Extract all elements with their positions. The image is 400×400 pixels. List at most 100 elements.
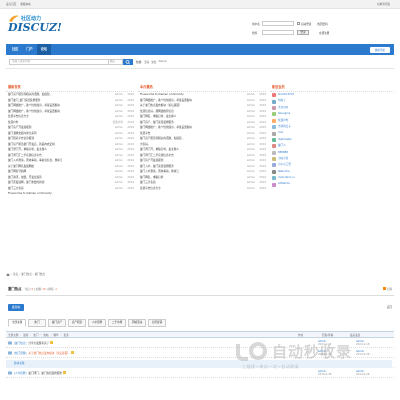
back-link[interactable]: 返回 [387, 305, 392, 309]
post-title[interactable]: Fluxecome to Xiamen community [8, 191, 109, 197]
avatar[interactable] [272, 118, 276, 123]
new-post-icon [70, 351, 74, 354]
filter-digest[interactable]: 精华 [53, 333, 58, 337]
last-post-column-header: 最后发表 [350, 333, 361, 337]
search-input[interactable]: 请输入搜索内容 [9, 58, 109, 65]
subscribe-label: 订阅 [386, 287, 392, 291]
tab-real-estate[interactable]: 厦门房产 [48, 318, 66, 327]
member-username[interactable]: Littlehlox [278, 181, 290, 187]
filter-hot-threads[interactable]: 热帖 [43, 333, 48, 337]
avatar[interactable] [272, 150, 276, 155]
post-list-item[interactable]: 优质平台信息大全 admin 2019 [140, 186, 266, 192]
filter-latest[interactable]: 最新 [23, 333, 28, 337]
post-title[interactable]: 优质平台信息大全 [140, 186, 241, 192]
tab-jobs[interactable]: 人才招聘 [88, 318, 106, 327]
thread-type[interactable]: [厦门热点] [14, 341, 26, 345]
login-button[interactable]: 登录 [297, 30, 309, 35]
nav-forum[interactable]: 论坛 [36, 44, 52, 55]
set-homepage-link[interactable]: 设为首页 [6, 2, 16, 6]
avatar[interactable] [272, 182, 276, 187]
hot-search-item[interactable]: 交友 [151, 60, 156, 64]
avatar[interactable] [272, 137, 276, 142]
rank-value: 1 [55, 287, 57, 291]
avatar[interactable] [272, 93, 276, 98]
replies-column-header: 回复/查看 [322, 333, 334, 337]
post-author[interactable] [109, 191, 123, 197]
avatar[interactable] [272, 105, 276, 110]
password-input[interactable] [262, 30, 294, 35]
avatar[interactable] [272, 99, 276, 104]
hot-posts-module: 本月最热 Fluxecome to Xiamen community admin 2… [138, 84, 266, 266]
nav-community[interactable]: 社区 [8, 44, 22, 55]
quick-nav-button[interactable]: 快捷导航 [369, 46, 390, 53]
site-logo[interactable]: 社区动力 DISCUZ! [8, 14, 62, 36]
category-tabs: 全部主题 热门 厦门房产 房产租赁 人才招聘 二手市场 同城活动 打折促销 [8, 318, 394, 327]
search-type-select[interactable]: 帖子 [109, 58, 123, 65]
latest-posts-title: 最新发表 [6, 84, 134, 92]
breadcrumb-item[interactable]: 论坛 [13, 272, 18, 276]
avatar[interactable] [272, 163, 276, 168]
avatar[interactable] [272, 144, 276, 149]
nav-portal[interactable]: 门户 [22, 44, 36, 55]
search-bar: 请输入搜索内容 帖子 热搜: 活动 交友 discuz [6, 55, 394, 69]
tab-all[interactable]: 全部主题 [8, 318, 26, 327]
tab-hot[interactable]: 热门 [28, 318, 46, 327]
author-column-header: 作者 [298, 333, 304, 337]
username-label: 用户名 [252, 22, 260, 26]
watermark-text: 自动秒收录 [272, 343, 353, 361]
register-link[interactable]: 立即注册 [319, 31, 329, 35]
filter-all[interactable]: 全部主题 [8, 333, 18, 337]
filter-more[interactable]: 更多 [64, 333, 69, 337]
breadcrumb-item[interactable]: 厦门热点 [35, 272, 45, 276]
thread-title[interactable]: 关于厦门热点发布板块（论坛版面） [28, 351, 70, 355]
thread-folder-icon [8, 371, 12, 374]
avatar[interactable] [272, 157, 276, 162]
breadcrumb: › 论坛 › 厦门热点 › 厦门热点 [6, 272, 45, 276]
breadcrumb-item[interactable]: 厦门热点 [21, 272, 31, 276]
header: 社区动力 DISCUZ! 用户名 自动登录 找回密码 密码 登录 立即注册 [0, 9, 400, 44]
rss-icon [382, 286, 386, 290]
new-post-button[interactable]: 发新帖 [8, 304, 24, 311]
post-list-item[interactable]: Fluxecome to Xiamen community [8, 191, 134, 197]
username-input[interactable] [262, 21, 294, 26]
tab-rental[interactable]: 房产租赁 [68, 318, 86, 327]
avatar[interactable] [272, 125, 276, 130]
thread-title[interactable]: 分享大发现有房了 [28, 341, 49, 345]
latest-posts-module: 最新发表 厦门房产租赁等相关的话题，加运营。 admin 2019 厦门厦门_厦门家居… [6, 84, 134, 266]
thread-folder-icon [8, 341, 12, 344]
bookmark-link[interactable]: 收藏本站 [20, 2, 30, 6]
member-item[interactable]: Littlehlox [272, 181, 394, 187]
home-icon[interactable] [6, 272, 10, 276]
auto-login-label: 自动登录 [301, 22, 312, 26]
forum-name: 厦门热点 [8, 287, 22, 291]
today-count: 0 [31, 287, 34, 291]
avatar[interactable] [272, 169, 276, 174]
tab-discounts[interactable]: 打折促销 [148, 318, 166, 327]
hot-search-label: 热搜: [136, 60, 143, 64]
thread-title[interactable]: 厦门闭门，厦门家居装修服务 [28, 371, 62, 375]
filter-hot[interactable]: 热门 [33, 333, 38, 337]
main-nav: 社区 门户 论坛 快捷导航 [6, 44, 394, 55]
new-post-icon [63, 371, 67, 374]
watermark-logo-icon [236, 342, 267, 361]
rank-label: 排名: [48, 287, 55, 291]
avatar[interactable] [272, 131, 276, 136]
tab-events[interactable]: 同城活动 [128, 318, 146, 327]
avatar[interactable] [272, 176, 276, 181]
search-button[interactable] [123, 58, 133, 65]
subscribe-button[interactable]: 订阅 [382, 286, 392, 291]
top-bar: 设为首页 收藏本站 切换到窄版 [0, 0, 400, 9]
tab-second-hand[interactable]: 二手市场 [108, 318, 126, 327]
login-form: 用户名 自动登录 找回密码 密码 登录 立即注册 [252, 20, 392, 38]
thread-type[interactable]: [人才招聘] [14, 371, 26, 375]
thread-type[interactable]: [热门话题] [14, 351, 26, 355]
hot-search-item[interactable]: discuz [158, 60, 166, 63]
new-members-module: 新进会员 fxzi1013707 何在了 大瓜瓜瓜 Shenghui 优质户外 吉祥的日子… [270, 84, 394, 266]
auto-login-checkbox[interactable] [297, 22, 300, 25]
avatar[interactable] [272, 112, 276, 117]
hot-search-item[interactable]: 活动 [144, 60, 149, 64]
find-password-link[interactable]: 找回密码 [317, 22, 327, 26]
post-author[interactable]: admin [241, 186, 255, 192]
password-label: 密码 [252, 31, 258, 35]
switch-width-link[interactable]: 切换到窄版 [377, 2, 390, 6]
